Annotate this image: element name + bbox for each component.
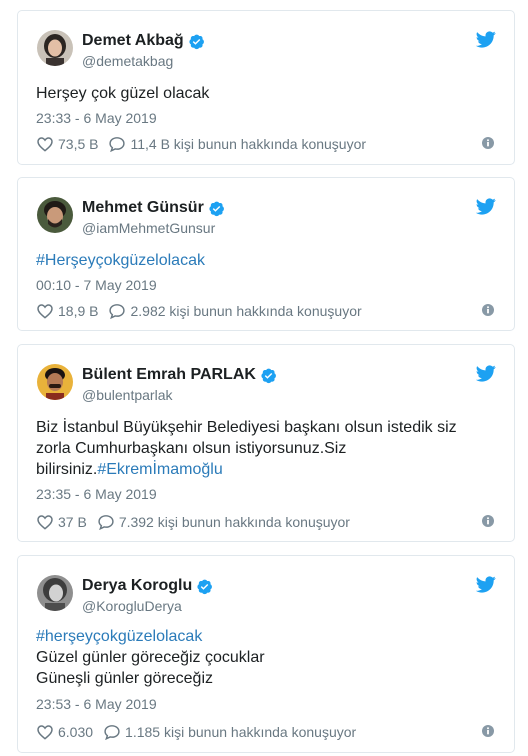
avatar[interactable] xyxy=(37,364,73,400)
verified-badge-icon xyxy=(208,200,225,217)
tweet-timestamp[interactable]: 23:33 - 6 May 2019 xyxy=(36,109,157,127)
heart-icon xyxy=(36,136,54,152)
like-button[interactable]: 18,9 B xyxy=(36,302,98,320)
like-count: 37 B xyxy=(58,514,87,530)
tweet-actions: 6.030 1.185 kişi bunun hakkında konuşuyo… xyxy=(36,723,366,741)
reply-count: 11,4 B kişi bunun hakkında konuşuyor xyxy=(130,136,367,152)
avatar-image xyxy=(37,30,73,66)
verified-badge-icon xyxy=(260,367,277,384)
tweet-text-line: bilirsiniz.#Ekremİmamoğlu xyxy=(36,459,496,480)
author-name[interactable]: Derya Koroglu xyxy=(82,576,192,596)
reply-button[interactable]: 1.185 kişi bunun hakkında konuşuyor xyxy=(103,723,356,741)
twitter-bird-icon[interactable] xyxy=(476,365,496,382)
tweet-text: #Herşeyçokgüzelolacak xyxy=(36,250,496,271)
author-name[interactable]: Bülent Emrah PARLAK xyxy=(82,365,256,385)
hashtag-link[interactable]: #Herşeyçokgüzelolacak xyxy=(36,250,496,271)
author-handle[interactable]: @iamMehmetGunsur xyxy=(82,219,215,237)
verified-badge-icon xyxy=(196,578,213,595)
info-icon[interactable] xyxy=(482,725,494,737)
avatar-image xyxy=(37,575,73,611)
tweet-actions: 18,9 B 2.982 kişi bunun hakkında konuşuy… xyxy=(36,302,372,320)
tweet-actions: 37 B 7.392 kişi bunun hakkında konuşuyor xyxy=(36,513,360,531)
avatar[interactable] xyxy=(37,30,73,66)
reply-count: 2.982 kişi bunun hakkında konuşuyor xyxy=(130,303,362,319)
like-button[interactable]: 73,5 B xyxy=(36,135,98,153)
heart-icon xyxy=(36,514,54,530)
heart-icon xyxy=(36,303,54,319)
avatar-image xyxy=(37,197,73,233)
author-name[interactable]: Mehmet Günsür xyxy=(82,198,204,218)
tweet-text-line: Herşey çok güzel olacak xyxy=(36,85,210,102)
tweet-timestamp[interactable]: 23:35 - 6 May 2019 xyxy=(36,485,157,503)
like-count: 73,5 B xyxy=(58,136,99,152)
info-icon[interactable] xyxy=(482,515,494,527)
tweet-actions: 73,5 B 11,4 B kişi bunun hakkında konuşu… xyxy=(36,135,376,153)
tweet-text: Biz İstanbul Büyükşehir Belediyesi başka… xyxy=(36,417,496,480)
author-name[interactable]: Demet Akbağ xyxy=(82,31,184,51)
like-count: 6.030 xyxy=(58,724,94,740)
like-count: 18,9 B xyxy=(58,303,99,319)
like-button[interactable]: 37 B xyxy=(36,513,87,531)
reply-button[interactable]: 7.392 kişi bunun hakkında konuşuyor xyxy=(97,513,350,531)
avatar[interactable] xyxy=(37,575,73,611)
heart-icon xyxy=(36,724,54,740)
speech-bubble-icon xyxy=(103,724,121,740)
hashtag-link[interactable]: #herşeyçokgüzelolacak xyxy=(36,626,496,647)
tweet-card[interactable]: Demet Akbağ @demetakbag Herşey çok güzel… xyxy=(17,10,515,165)
reply-button[interactable]: 11,4 B kişi bunun hakkında konuşuyor xyxy=(108,135,366,153)
author-handle[interactable]: @demetakbag xyxy=(82,52,173,70)
twitter-bird-icon[interactable] xyxy=(476,576,496,593)
tweet-text-line: Güneşli günler göreceğiz xyxy=(36,670,213,687)
tweet-timestamp[interactable]: 00:10 - 7 May 2019 xyxy=(36,276,157,294)
tweet-text: Herşey çok güzel olacak xyxy=(36,83,496,104)
tweet-card[interactable]: Bülent Emrah PARLAK @bulentparlak Biz İs… xyxy=(17,344,515,542)
tweet-text: #herşeyçokgüzelolacak Güzel günler görec… xyxy=(36,626,496,689)
tweet-timestamp[interactable]: 23:53 - 6 May 2019 xyxy=(36,695,157,713)
twitter-bird-icon[interactable] xyxy=(476,198,496,215)
tweet-text-line: zorla Cumhurbaşkanı olsun istiyorsunuz.S… xyxy=(36,440,347,457)
avatar[interactable] xyxy=(37,197,73,233)
hashtag-link[interactable]: #Ekremİmamoğlu xyxy=(97,461,222,478)
author-handle[interactable]: @bulentparlak xyxy=(82,386,173,404)
tweet-card[interactable]: Derya Koroglu @KorogluDerya #herşeyçokgü… xyxy=(17,555,515,753)
info-icon[interactable] xyxy=(482,137,494,149)
tweet-text-fragment: bilirsiniz. xyxy=(36,461,98,478)
tweet-text-line: Güzel günler göreceğiz çocuklar xyxy=(36,649,265,666)
twitter-bird-icon[interactable] xyxy=(476,31,496,48)
like-button[interactable]: 6.030 xyxy=(36,723,93,741)
info-icon[interactable] xyxy=(482,304,494,316)
tweet-text-line: Biz İstanbul Büyükşehir Belediyesi başka… xyxy=(36,419,457,436)
author-handle[interactable]: @KorogluDerya xyxy=(82,597,182,615)
tweet-card[interactable]: Mehmet Günsür @iamMehmetGunsur #Herşeyço… xyxy=(17,177,515,331)
avatar-image xyxy=(37,364,73,400)
reply-count: 7.392 kişi bunun hakkında konuşuyor xyxy=(118,514,350,530)
verified-badge-icon xyxy=(188,33,205,50)
speech-bubble-icon xyxy=(108,303,126,319)
reply-button[interactable]: 2.982 kişi bunun hakkında konuşuyor xyxy=(108,302,362,320)
speech-bubble-icon xyxy=(108,136,126,152)
speech-bubble-icon xyxy=(97,514,115,530)
reply-count: 1.185 kişi bunun hakkında konuşuyor xyxy=(125,724,357,740)
